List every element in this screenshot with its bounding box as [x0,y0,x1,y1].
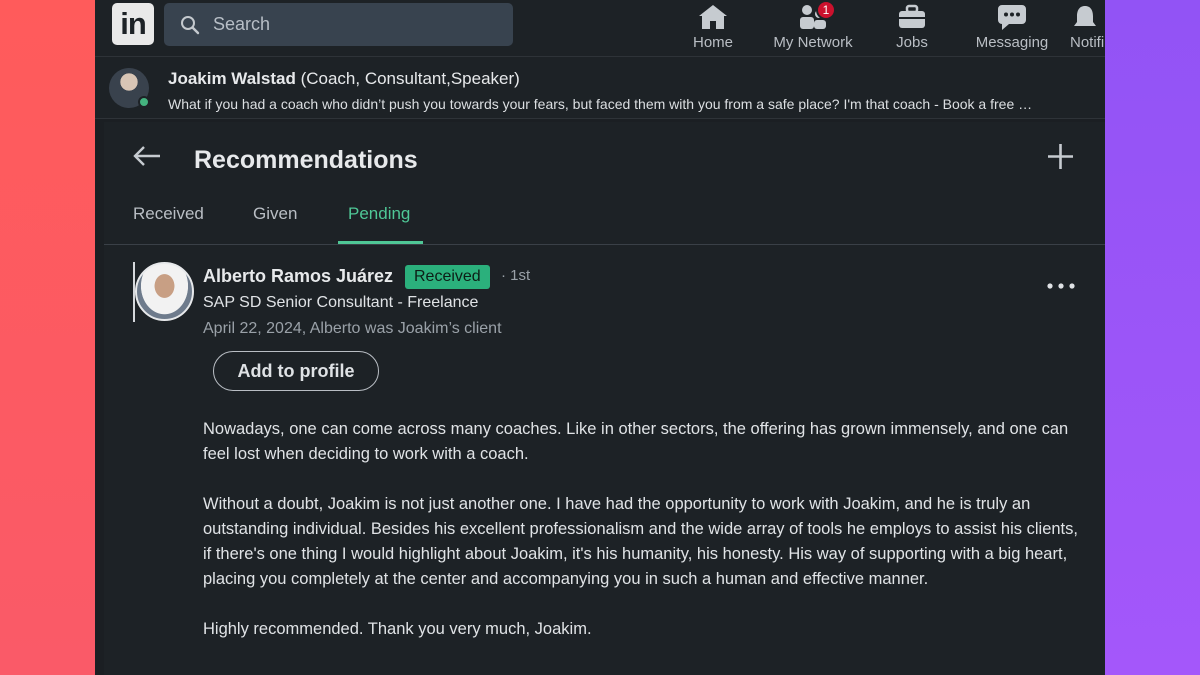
profile-headline: What if you had a coach who didn’t push … [168,96,1033,112]
nav-notifications-label: Notifi [1070,34,1105,51]
online-status-icon [138,96,150,108]
recommender-title: SAP SD Senior Consultant - Freelance [203,294,479,311]
nav-my-network[interactable]: 1 My Network [763,0,863,57]
profile-name[interactable]: Joakim Walstad (Coach, Consultant,Speake… [168,69,520,89]
bell-icon [1074,6,1096,26]
recommender-avatar[interactable] [135,262,194,321]
nav-messaging-label: Messaging [975,34,1049,51]
nav-home-label: Home [692,34,733,51]
recommendation-paragraph: Without a doubt, Joakim is not just anot… [203,495,1078,588]
plus-icon[interactable] [1047,143,1074,170]
linkedin-logo[interactable]: in [112,3,154,45]
tab-received[interactable]: Received [133,204,204,245]
nav-jobs[interactable]: Jobs [862,0,962,57]
recommendation-date: April 22, 2024, Alberto was Joakim’s cli… [203,320,502,337]
profile-name-text: Joakim Walstad [168,69,296,88]
add-to-profile-button[interactable]: Add to profile [213,351,379,391]
profile-role: (Coach, Consultant,Speaker) [295,69,520,88]
tab-given[interactable]: Given [253,204,297,245]
message-icon [998,5,1026,30]
nav-home[interactable]: Home [663,0,763,57]
search-icon [181,15,200,34]
notification-badge: 1 [816,0,836,20]
profile-strip: Joakim Walstad (Coach, Consultant,Speake… [95,57,1105,119]
tab-pending[interactable]: Pending [348,204,410,245]
nav-my-network-label: My Network [773,34,853,51]
background-left-gradient [0,0,95,675]
recommendations-header: Recommendations [104,122,1105,197]
search-input[interactable]: Search [164,3,513,46]
recommender-name[interactable]: Alberto Ramos Juárez [203,266,393,287]
background-right-gradient [1105,0,1200,675]
recommendations-card: Recommendations Received Given Pending A… [104,122,1105,675]
status-badge: Received [405,265,490,289]
top-navbar: in Search Home 1 My Network Jobs Messagi… [95,0,1105,57]
recommendation-paragraph: Highly recommended. Thank you very much,… [203,620,592,638]
page-title: Recommendations [194,146,418,174]
home-icon [699,5,727,29]
nav-messaging[interactable]: Messaging [962,0,1062,57]
connection-degree: · 1st [501,267,531,284]
recommendation-text: Nowadays, one can come across many coach… [203,417,1083,667]
nav-jobs-label: Jobs [896,34,928,51]
nav-notifications[interactable]: Notifi [1063,0,1105,57]
linkedin-window: in Search Home 1 My Network Jobs Messagi… [95,0,1105,675]
recommendation-paragraph: Nowadays, one can come across many coach… [203,420,1069,463]
search-placeholder: Search [213,14,271,34]
more-options-icon[interactable] [1046,282,1076,290]
active-tab-indicator [338,241,423,244]
briefcase-icon [899,4,925,28]
recommendation-tabs: Received Given Pending [104,200,1105,245]
back-arrow-icon[interactable] [132,144,162,168]
